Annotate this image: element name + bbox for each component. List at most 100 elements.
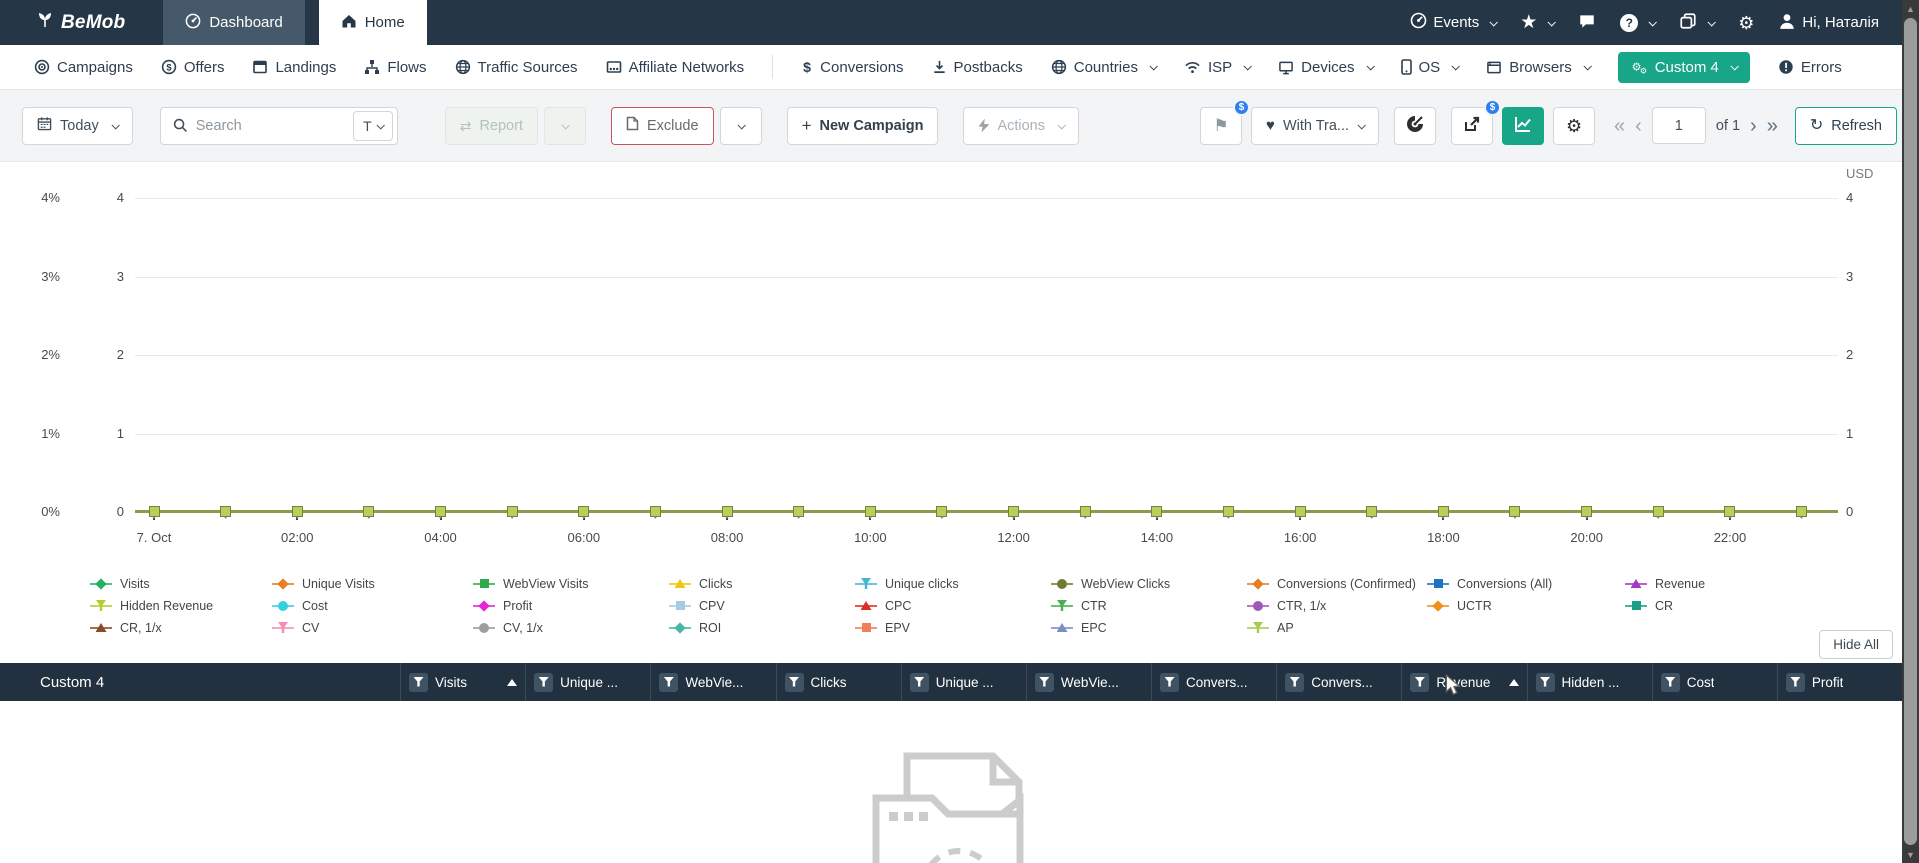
filter-funnel-icon[interactable] [1785,672,1805,692]
table-column-webvie[interactable]: WebVie... [650,663,775,701]
legend-item-cr[interactable]: CR [1625,598,1705,613]
favorites-menu[interactable]: ★ [1520,13,1557,32]
table-column-webvie[interactable]: WebVie... [1025,663,1151,701]
nav-item-errors[interactable]: Errors [1778,59,1842,76]
filter-funnel-icon[interactable] [659,672,679,692]
legend-item-ap[interactable]: AP [1247,620,1427,635]
columns-visibility-button[interactable] [1394,106,1437,145]
nav-item-browsers[interactable]: Browsers [1486,59,1592,76]
legend-item-profit[interactable]: Profit [473,598,669,613]
filter-funnel-icon[interactable] [784,672,804,692]
nav-item-conversions[interactable]: $ Conversions [801,59,903,76]
filter-funnel-icon[interactable] [1034,672,1054,692]
page-number-input[interactable] [1651,107,1706,144]
nav-item-traffic-sources[interactable]: Traffic Sources [455,59,578,76]
legend-item-cpc[interactable]: CPC [855,598,1051,613]
legend-item-ctr-1-x[interactable]: CTR, 1/x [1247,598,1427,613]
help-menu[interactable]: ? [1620,13,1658,32]
exclude-button[interactable]: Exclude [610,106,714,145]
new-campaign-button[interactable]: + New Campaign [786,106,939,145]
legend-item-conversions-all[interactable]: Conversions (All) [1427,576,1625,591]
workspaces-menu[interactable] [1679,12,1717,34]
table-column-profit[interactable]: Profit [1776,663,1902,701]
table-column-hidden[interactable]: Hidden ... [1526,663,1652,701]
table-column-clicks[interactable]: Clicks [775,663,901,701]
table-column-convers[interactable]: Convers... [1151,663,1276,701]
nav-item-isp[interactable]: ISP [1184,59,1253,76]
scroll-up-arrow[interactable]: ▲ [1902,0,1919,17]
legend-item-unique-clicks[interactable]: Unique clicks [855,576,1051,591]
bemob-logo[interactable]: BeMob [0,0,163,45]
legend-item-conversions-confirmed[interactable]: Conversions (Confirmed) [1247,576,1427,591]
events-menu[interactable]: Events [1410,12,1499,33]
nav-item-flows[interactable]: Flows [364,59,427,76]
nav-item-affiliate-networks[interactable]: Affiliate Networks [606,59,744,76]
legend-item-uctr[interactable]: UCTR [1427,598,1625,613]
legend-item-revenue[interactable]: Revenue [1625,576,1705,591]
filter-funnel-icon[interactable] [1535,672,1555,692]
legend-item-epv[interactable]: EPV [855,620,1051,635]
search-input[interactable] [195,117,354,134]
hide-all-button[interactable]: Hide All [1819,630,1893,659]
filter-funnel-icon[interactable] [534,672,554,692]
legend-item-visits[interactable]: Visits [90,576,272,591]
vertical-scrollbar[interactable]: ▲ ▼ [1902,0,1919,863]
chart-toggle-button[interactable] [1502,106,1545,145]
user-menu[interactable]: Hi, Наталія [1778,12,1879,34]
filter-funnel-icon[interactable] [1410,672,1430,692]
legend-item-cost[interactable]: Cost [272,598,473,613]
nav-item-postbacks[interactable]: Postbacks [932,59,1023,76]
legend-item-epc[interactable]: EPC [1051,620,1247,635]
filter-funnel-icon[interactable] [1285,672,1305,692]
last-page-button[interactable]: » [1767,116,1778,136]
report-settings-button[interactable]: ⚙ [1553,106,1596,145]
legend-item-cv[interactable]: CV [272,620,473,635]
legend-item-hidden-revenue[interactable]: Hidden Revenue [90,598,272,613]
legend-item-cv-1-x[interactable]: CV, 1/x [473,620,669,635]
actions-button[interactable]: Actions [963,106,1079,145]
date-range-button[interactable]: Today [22,106,133,145]
table-column-unique[interactable]: Unique ... [900,663,1026,701]
legend-item-webview-clicks[interactable]: WebView Clicks [1051,576,1247,591]
legend-item-cpv[interactable]: CPV [669,598,855,613]
legend-item-clicks[interactable]: Clicks [669,576,855,591]
nav-item-os[interactable]: OS [1400,59,1461,76]
nav-item-campaigns[interactable]: Campaigns [34,59,133,76]
report-button[interactable]: ⇄ Report [444,106,538,145]
tab-home[interactable]: Home [318,0,427,45]
filter-funnel-icon[interactable] [909,672,929,692]
exclude-dropdown-button[interactable] [719,106,762,145]
refresh-button[interactable]: ↻ Refresh [1794,106,1897,145]
table-column-custom4[interactable]: Custom 4 [0,663,400,701]
next-page-button[interactable]: › [1750,116,1757,136]
traffic-filter-dropdown[interactable]: ♥ With Tra... [1251,106,1380,145]
prev-page-button[interactable]: ‹ [1635,116,1642,136]
legend-item-unique-visits[interactable]: Unique Visits [272,576,473,591]
legend-item-roi[interactable]: ROI [669,620,855,635]
feedback-button[interactable] [1578,12,1596,34]
filter-funnel-icon[interactable] [1160,672,1180,692]
nav-item-countries[interactable]: Countries [1051,59,1158,76]
nav-item-custom-4[interactable]: ⚙ ⚙ Custom 4 [1617,51,1750,83]
report-label: Report [479,117,523,134]
filter-funnel-icon[interactable] [1660,672,1680,692]
legend-item-cr-1-x[interactable]: CR, 1/x [90,620,272,635]
legend-item-ctr[interactable]: CTR [1051,598,1247,613]
filter-funnel-icon[interactable] [409,672,428,692]
nav-item-offers[interactable]: $ Offers [161,59,224,76]
nav-item-landings[interactable]: Landings [252,59,336,76]
scroll-down-arrow[interactable]: ▼ [1902,846,1919,863]
table-column-convers[interactable]: Convers... [1276,663,1401,701]
first-page-button[interactable]: « [1614,116,1625,136]
table-column-revenue[interactable]: Revenue [1401,663,1526,701]
settings-button[interactable]: ⚙ [1738,14,1754,32]
scrollbar-thumb[interactable] [1904,18,1917,845]
table-column-visits[interactable]: Visits [400,663,525,701]
search-type-select[interactable]: T [353,110,393,141]
tab-dashboard[interactable]: Dashboard [163,0,305,45]
report-dropdown-button[interactable] [543,106,586,145]
legend-item-webview-visits[interactable]: WebView Visits [473,576,669,591]
nav-item-devices[interactable]: Devices [1278,59,1375,76]
table-column-unique[interactable]: Unique ... [525,663,650,701]
table-column-cost[interactable]: Cost [1651,663,1777,701]
